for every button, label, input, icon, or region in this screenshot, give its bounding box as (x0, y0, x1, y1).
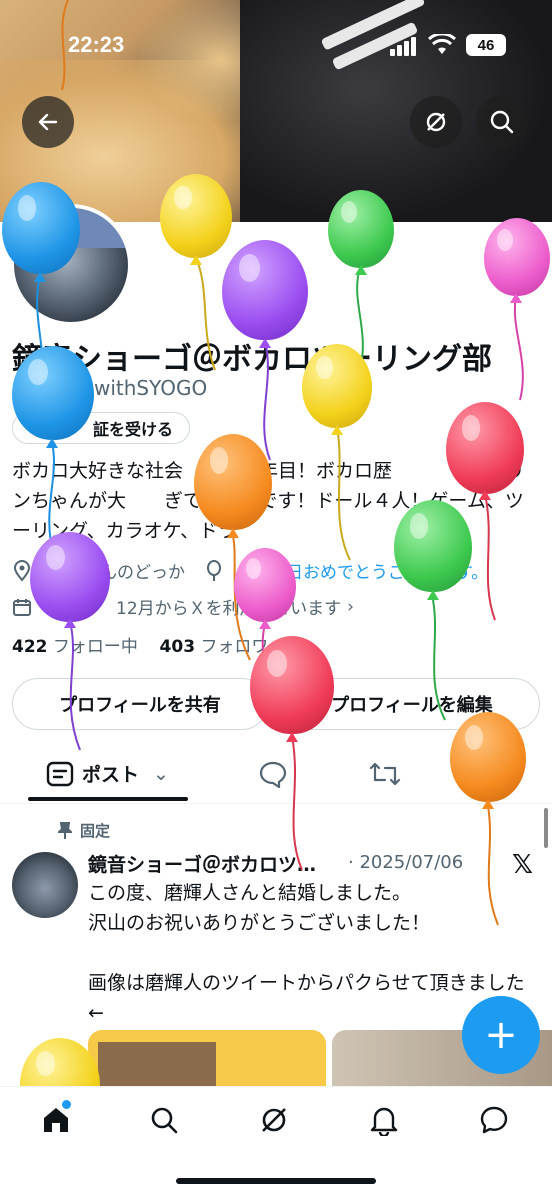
profile-handle: withSYOGO (94, 376, 208, 400)
balloon-yellow (160, 174, 232, 258)
tab-reposts[interactable] (368, 760, 402, 792)
chevron-right-icon[interactable]: › (347, 597, 354, 617)
tab-replies[interactable] (258, 760, 288, 792)
reply-icon (259, 761, 287, 790)
balloon-red (446, 402, 524, 494)
balloon-knot (355, 265, 367, 275)
balloon-blue (2, 182, 80, 274)
nav-notifications[interactable] (356, 1100, 412, 1140)
wifi-icon (427, 32, 457, 60)
balloon-knot (227, 528, 239, 538)
search-icon (151, 1107, 178, 1134)
balloon-orange (450, 712, 526, 802)
tab-posts[interactable]: ポスト ⌄ (46, 760, 169, 787)
share-profile-button[interactable]: プロフィールを共有 (12, 678, 268, 730)
balloon-blue (12, 346, 94, 440)
search-button[interactable] (476, 96, 528, 148)
balloon-pink (234, 548, 296, 622)
edit-profile-label: プロフィールを編集 (331, 695, 493, 716)
balloon-knot (510, 293, 522, 303)
plus-icon: + (484, 1012, 518, 1058)
repost-icon (369, 762, 401, 786)
media-shop-image (98, 1042, 216, 1090)
post-date[interactable]: · 2025/07/06 (348, 852, 463, 873)
followers-label[interactable]: フォロワ (200, 637, 268, 657)
balloon-knot (64, 618, 76, 628)
balloon-green (394, 500, 472, 592)
balloon-knot (479, 490, 491, 500)
cellular-signal-icon (390, 36, 418, 60)
messages-icon (480, 1106, 508, 1134)
follow-counts: 422 フォロー中 403 フォロワ (12, 632, 268, 657)
x-logo-icon[interactable]: 𝕏 (512, 850, 533, 880)
status-time: 22:23 (68, 32, 125, 57)
battery-level: 46 (477, 36, 495, 54)
scroll-indicator[interactable] (544, 808, 548, 848)
grok-icon (426, 112, 446, 132)
balloon-red (250, 636, 334, 734)
post-text: この度、磨輝人さんと結婚しました。 沢山のお祝いありがとうございました！ 画像は… (88, 882, 525, 1024)
following-label[interactable]: フォロー中 (53, 637, 138, 657)
back-button[interactable] (22, 96, 74, 148)
compose-button[interactable]: + (462, 996, 540, 1074)
balloon-green (328, 190, 394, 268)
notifications-icon (370, 1107, 398, 1136)
share-profile-label: プロフィールを共有 (59, 695, 221, 716)
nav-messages[interactable] (466, 1100, 522, 1140)
balloon-knot (46, 438, 58, 448)
arrow-left-icon (38, 113, 58, 131)
balloon-yellow (302, 344, 372, 428)
balloon-knot (259, 338, 271, 348)
posts-icon (46, 761, 74, 786)
chevron-down-icon[interactable]: ⌄ (153, 763, 169, 785)
grok-button[interactable] (410, 96, 462, 148)
post-avatar[interactable] (12, 852, 78, 918)
balloon-icon (207, 559, 221, 581)
balloon-purple (222, 240, 308, 340)
balloon-knot (427, 590, 439, 600)
battery-icon: 46 (466, 34, 506, 56)
tab-active-indicator (28, 797, 188, 801)
balloon-purple (30, 532, 110, 622)
pinned-label: 固定 (80, 822, 111, 840)
followers-count[interactable]: 403 (160, 637, 196, 657)
nav-grok[interactable] (246, 1100, 302, 1140)
balloon-knot (34, 272, 46, 282)
tab-posts-label: ポスト (82, 764, 140, 786)
balloon-knot (331, 425, 343, 435)
post-author[interactable]: 鏡音ショーゴ＠ボカロツ… (88, 850, 316, 877)
nav-home[interactable] (28, 1100, 84, 1140)
get-verified-label: 証を受ける (93, 420, 174, 439)
calendar-icon (13, 598, 31, 616)
balloon-knot (190, 255, 202, 265)
grok-icon (262, 1108, 286, 1132)
pin-icon (58, 821, 72, 839)
pinned-indicator: 固定 (58, 820, 110, 841)
balloon-orange (194, 434, 272, 530)
nav-search[interactable] (136, 1100, 192, 1140)
post-media-1[interactable] (88, 1030, 326, 1090)
balloon-knot (286, 732, 298, 742)
balloon-knot (482, 799, 494, 809)
profile-location: んのどっか (100, 563, 185, 583)
balloon-knot (259, 619, 271, 629)
balloon-pink (484, 218, 550, 296)
search-icon (490, 110, 514, 134)
notification-dot (62, 1100, 71, 1109)
home-indicator (176, 1178, 376, 1184)
following-count[interactable]: 422 (12, 637, 48, 657)
location-icon (13, 559, 31, 582)
profile-joined: 12月からＸを利用しています (116, 599, 342, 619)
